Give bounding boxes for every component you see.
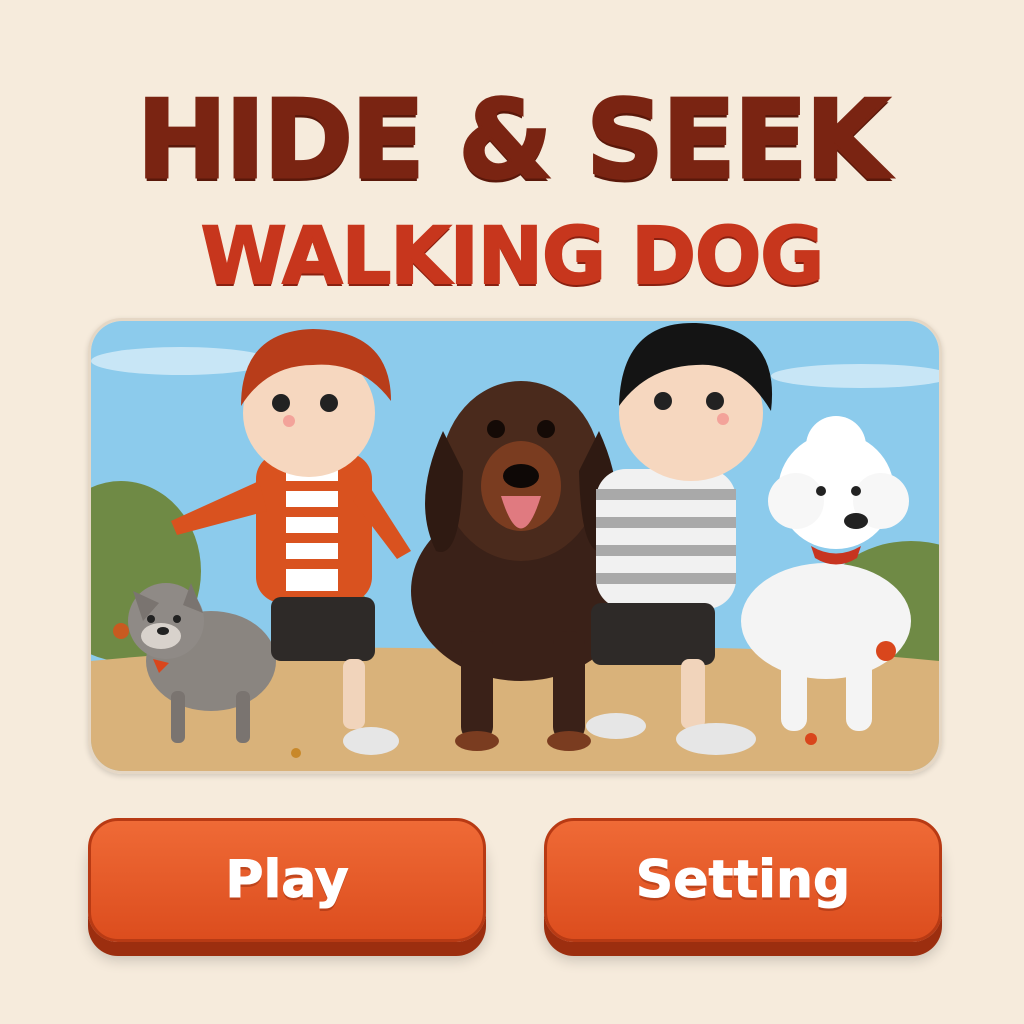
game-subtitle: WALKING DOG — [200, 211, 826, 303]
game-title: HIDE & SEEK — [135, 77, 890, 205]
leaf — [291, 748, 301, 758]
hero-illustration — [88, 318, 942, 774]
leaf — [805, 733, 817, 745]
scene-artwork — [91, 321, 939, 771]
leaf — [113, 623, 129, 639]
cloud — [91, 347, 271, 375]
setting-button[interactable]: Setting — [544, 818, 942, 942]
leaf — [876, 641, 896, 661]
play-button[interactable]: Play — [88, 818, 486, 942]
